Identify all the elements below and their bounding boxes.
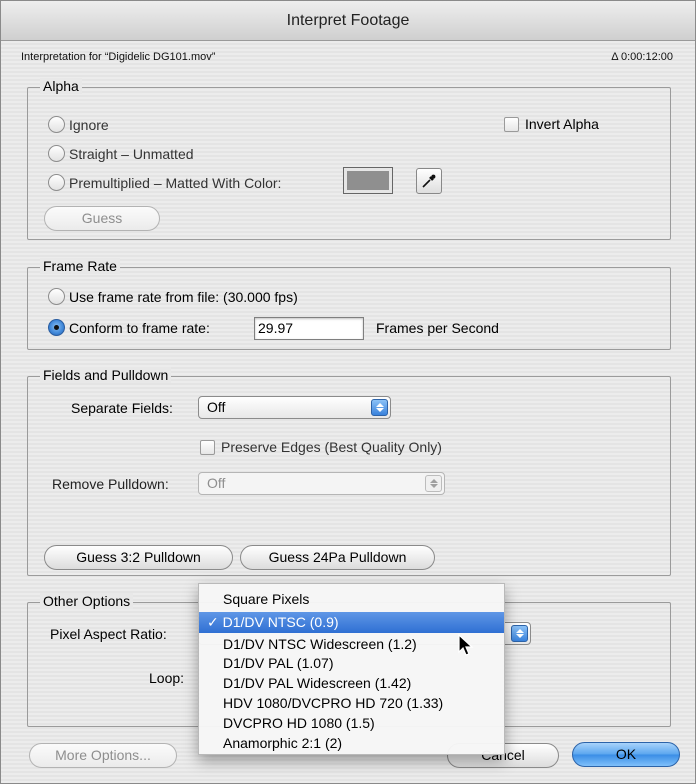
radio-straight[interactable]: Straight – Unmatted xyxy=(48,145,194,162)
select-arrows-icon xyxy=(371,399,388,416)
radio-ignore-indicator xyxy=(48,116,65,133)
radio-straight-label: Straight – Unmatted xyxy=(69,145,194,162)
preserve-edges-label: Preserve Edges (Best Quality Only) xyxy=(221,439,442,455)
frame-rate-group: Frame Rate Use frame rate from file: (30… xyxy=(27,258,671,350)
more-options-button[interactable]: More Options... xyxy=(29,743,177,768)
frame-rate-input[interactable]: 29.97 xyxy=(254,317,364,340)
menu-item-d1-ntsc[interactable]: ✓ D1/DV NTSC (0.9) xyxy=(199,612,504,633)
pixel-aspect-menu: Square Pixels ✓ D1/DV NTSC (0.9) D1/DV N… xyxy=(198,583,505,755)
invert-alpha-box xyxy=(504,116,519,132)
alpha-guess-button[interactable]: Guess xyxy=(44,206,160,231)
alpha-group: Alpha Ignore Invert Alpha Straight – Unm… xyxy=(27,78,671,240)
separate-fields-select[interactable]: Off xyxy=(198,396,391,419)
matte-color-swatch[interactable] xyxy=(343,167,393,194)
fields-pulldown-group-title: Fields and Pulldown xyxy=(40,367,172,383)
radio-conform-rate-label: Conform to frame rate: xyxy=(69,319,210,336)
radio-premultiplied-indicator xyxy=(48,174,65,191)
select-arrows-icon xyxy=(511,625,528,642)
radio-straight-indicator xyxy=(48,145,65,162)
separate-fields-label: Separate Fields: xyxy=(71,400,173,416)
radio-premultiplied-label: Premultiplied – Matted With Color: xyxy=(69,174,282,191)
remove-pulldown-label: Remove Pulldown: xyxy=(52,476,169,492)
ok-button[interactable]: OK xyxy=(572,742,680,767)
radio-conform-rate-indicator xyxy=(48,319,65,336)
select-arrows-icon xyxy=(425,475,442,492)
interpret-footage-dialog: Interpret Footage Interpretation for “Di… xyxy=(0,0,696,784)
loop-label: Loop: xyxy=(149,670,185,686)
radio-ignore-label: Ignore xyxy=(69,116,109,133)
separate-fields-value: Off xyxy=(207,399,226,415)
menu-item-d1-pal-widescreen[interactable]: D1/DV PAL Widescreen (1.42) xyxy=(199,674,504,693)
frame-rate-group-title: Frame Rate xyxy=(40,258,120,274)
preserve-edges-box xyxy=(200,439,215,455)
guess-32-pulldown-button[interactable]: Guess 3:2 Pulldown xyxy=(44,545,233,570)
pixel-aspect-label: Pixel Aspect Ratio: xyxy=(50,626,167,642)
frame-rate-unit-label: Frames per Second xyxy=(376,320,499,336)
menu-item-square-pixels[interactable]: Square Pixels xyxy=(199,590,504,609)
menu-item-anamorphic[interactable]: Anamorphic 2:1 (2) xyxy=(199,734,504,753)
guess-24pa-pulldown-button[interactable]: Guess 24Pa Pulldown xyxy=(240,545,435,570)
fields-pulldown-group: Fields and Pulldown Separate Fields: Off… xyxy=(27,367,671,576)
eyedropper-icon xyxy=(422,174,436,188)
radio-use-file-rate[interactable]: Use frame rate from file: (30.000 fps) xyxy=(48,288,298,305)
remove-pulldown-value: Off xyxy=(207,475,226,491)
radio-conform-rate[interactable]: Conform to frame rate: xyxy=(48,319,210,336)
invert-alpha-checkbox[interactable]: Invert Alpha xyxy=(504,116,599,132)
eyedropper-button[interactable] xyxy=(416,168,442,194)
info-row: Interpretation for “Digidelic DG101.mov”… xyxy=(21,51,673,63)
invert-alpha-label: Invert Alpha xyxy=(525,116,599,132)
radio-ignore[interactable]: Ignore xyxy=(48,116,109,133)
menu-item-hdv-1080[interactable]: HDV 1080/DVCPRO HD 720 (1.33) xyxy=(199,694,504,713)
interpretation-filename: Interpretation for “Digidelic DG101.mov” xyxy=(21,51,216,63)
radio-use-file-rate-indicator xyxy=(48,288,65,305)
alpha-group-title: Alpha xyxy=(40,78,82,94)
radio-use-file-rate-label: Use frame rate from file: (30.000 fps) xyxy=(69,288,298,305)
remove-pulldown-select[interactable]: Off xyxy=(198,472,445,495)
menu-item-dvcpro-hd-1080[interactable]: DVCPRO HD 1080 (1.5) xyxy=(199,714,504,733)
radio-premultiplied[interactable]: Premultiplied – Matted With Color: xyxy=(48,174,281,191)
duration-readout: Δ 0:00:12:00 xyxy=(611,51,673,63)
other-options-group-title: Other Options xyxy=(40,593,134,609)
dialog-title: Interpret Footage xyxy=(1,1,695,41)
preserve-edges-checkbox[interactable]: Preserve Edges (Best Quality Only) xyxy=(200,439,442,455)
mouse-pointer-icon xyxy=(458,634,474,656)
